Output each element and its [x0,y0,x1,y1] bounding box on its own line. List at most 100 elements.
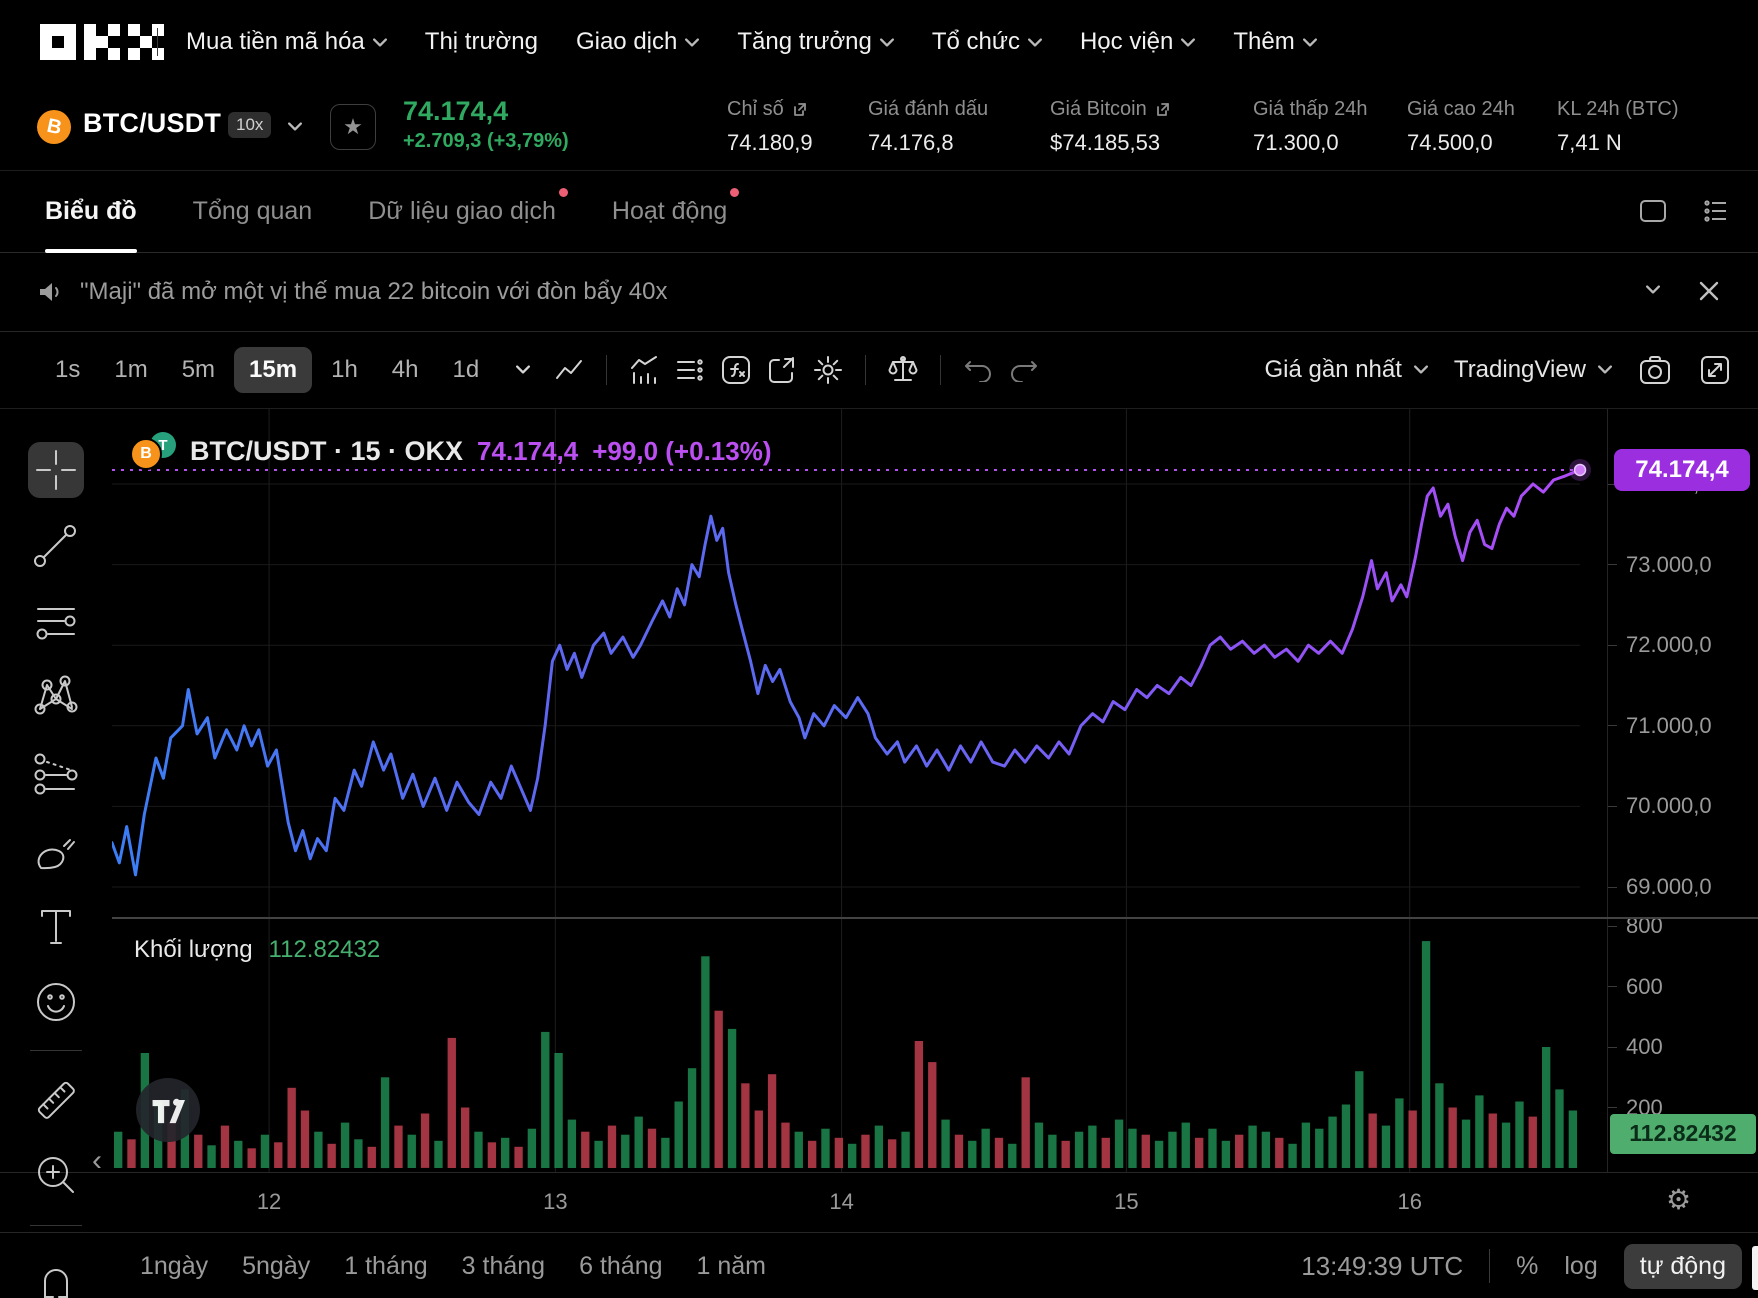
price-mode-select[interactable]: Giá gần nhất [1264,356,1427,384]
stat-label: Giá đánh dấu [868,98,988,121]
timeframe-1m[interactable]: 1m [99,347,162,393]
chart-vendor-select[interactable]: TradingView [1454,356,1612,384]
position-calculator-scale-icon[interactable] [886,353,920,387]
volume-bar [635,1117,643,1168]
timeframe-1s[interactable]: 1s [40,347,95,393]
timeframe-5m[interactable]: 5m [167,347,230,393]
range-2[interactable]: 5ngày [242,1252,310,1281]
auto-scale-button[interactable]: tự động [1624,1244,1742,1289]
announcement-chevron-down-icon[interactable] [1646,285,1660,294]
nav-item-more[interactable]: Thêm [1233,28,1316,56]
range-4[interactable]: 3 tháng [462,1252,545,1281]
parallel-lines-tool[interactable] [28,594,84,650]
formula-fx-icon[interactable] [719,353,753,387]
screenshot-camera-icon[interactable] [1638,353,1672,387]
timeframe-more-chevron-icon[interactable] [506,353,540,387]
xabcd-pattern-tool[interactable] [28,667,84,723]
emoji-tool[interactable] [28,974,84,1030]
timeframe-4h[interactable]: 4h [377,347,434,393]
tools-divider [30,1050,82,1051]
projection-tool[interactable] [28,745,84,801]
axis-tick [1608,725,1617,726]
bottom-divider [1489,1249,1490,1283]
chart-settings-gear-icon[interactable] [811,353,845,387]
main-menu: Mua tiền mã hóa Thị trường Giao dịch Tăng t… [186,0,1317,84]
percent-scale-button[interactable]: % [1516,1252,1538,1281]
announcement-close-icon[interactable] [1696,278,1722,304]
volume-bar [1555,1089,1563,1168]
compare-symbol-icon[interactable] [765,353,799,387]
volume-bar [421,1114,429,1168]
volume-bar [1235,1135,1243,1168]
nav-item-trade[interactable]: Giao dịch [576,28,699,56]
volume-bar [835,1138,843,1168]
utc-clock[interactable]: 13:49:39 UTC [1301,1251,1463,1282]
top-nav: Mua tiền mã hóa Thị trường Giao dịch Tăng t… [0,0,1758,84]
axis-tick [1608,887,1617,888]
tab-activity[interactable]: Hoạt động [612,170,727,252]
chart-plot[interactable] [112,409,1607,1172]
ruler-tool[interactable] [28,1072,84,1128]
stat-index: Chỉ số74.180,9 [727,98,813,156]
time-axis[interactable]: ⚙ 1213141516 [0,1172,1758,1233]
nav-item-markets[interactable]: Thị trường [425,28,538,56]
timeframe-15m[interactable]: 15m [234,347,312,393]
price-axis[interactable]: 74.174,4 112.82432 74.000,073.000,072.00… [1607,409,1758,1172]
timeframe-1h[interactable]: 1h [316,347,373,393]
tab-chart[interactable]: Biểu đồ [45,170,137,252]
panel-list-icon[interactable] [1702,197,1730,225]
magnet-tool[interactable] [28,1254,84,1298]
text-tool[interactable] [28,899,84,955]
time-tick-label: 15 [1114,1189,1138,1215]
fullscreen-expand-icon[interactable] [1698,353,1732,387]
favorite-button[interactable]: ★ [330,104,376,150]
time-tick-label: 13 [543,1189,567,1215]
range-5[interactable]: 6 tháng [579,1252,662,1281]
volume-bar [1062,1141,1070,1168]
range-1[interactable]: 1ngày [140,1252,208,1281]
volume-bar [368,1147,376,1168]
brush-tool[interactable] [28,823,84,879]
volume-bar [1128,1129,1136,1168]
nav-item-buy-crypto[interactable]: Mua tiền mã hóa [186,28,387,56]
price-chart-canvas[interactable] [112,409,1607,1172]
volume-bar [821,1129,829,1168]
okx-logo[interactable] [40,24,164,60]
redo-icon[interactable] [1007,353,1041,387]
range-6[interactable]: 1 năm [697,1252,766,1281]
crosshair-tool[interactable] [28,442,84,498]
tab-overview[interactable]: Tổng quan [193,170,313,252]
tradingview-logo[interactable] [136,1078,200,1142]
collapse-toolbar-chevron-icon[interactable]: ‹ [92,1144,102,1178]
axis-tick [1608,645,1617,646]
trend-line-tool[interactable] [28,519,84,575]
indicators-icon[interactable] [627,353,661,387]
time-axis-gear-icon[interactable]: ⚙ [1666,1183,1691,1216]
volume-bar [688,1068,696,1168]
range-3[interactable]: 1 tháng [344,1252,427,1281]
pane-separator[interactable] [112,917,1758,919]
volume-bar [1275,1138,1283,1168]
layout-expand-icon[interactable] [1638,197,1668,225]
nav-item-grow[interactable]: Tăng trưởng [737,28,894,56]
volume-bar [1395,1098,1403,1168]
tab-trading-data[interactable]: Dữ liệu giao dịch [368,170,556,252]
volume-bar [928,1062,936,1168]
log-scale-button[interactable]: log [1564,1252,1597,1281]
volume-bar [1248,1126,1256,1168]
volume-bar [648,1129,656,1168]
announcement-text[interactable]: "Maji" đã mở một vị thế mua 22 bitcoin v… [80,252,667,331]
display-settings-icon[interactable] [673,353,707,387]
volume-bar [1155,1141,1163,1168]
toolbar-divider [606,355,607,385]
axis-tick [1608,926,1617,927]
tabs-row: Biểu đồ Tổng quan Dữ liệu giao dịch Hoạt độ… [0,170,1758,253]
pair-selector-chevron-icon[interactable] [288,122,302,131]
undo-icon[interactable] [961,353,995,387]
zoom-in-tool[interactable] [28,1147,84,1203]
volume-bar [715,1011,723,1168]
timeframe-1d[interactable]: 1d [438,347,495,393]
nav-item-academy[interactable]: Học viện [1080,28,1195,56]
chart-type-icon[interactable] [552,353,586,387]
nav-item-institutional[interactable]: Tổ chức [932,28,1042,56]
